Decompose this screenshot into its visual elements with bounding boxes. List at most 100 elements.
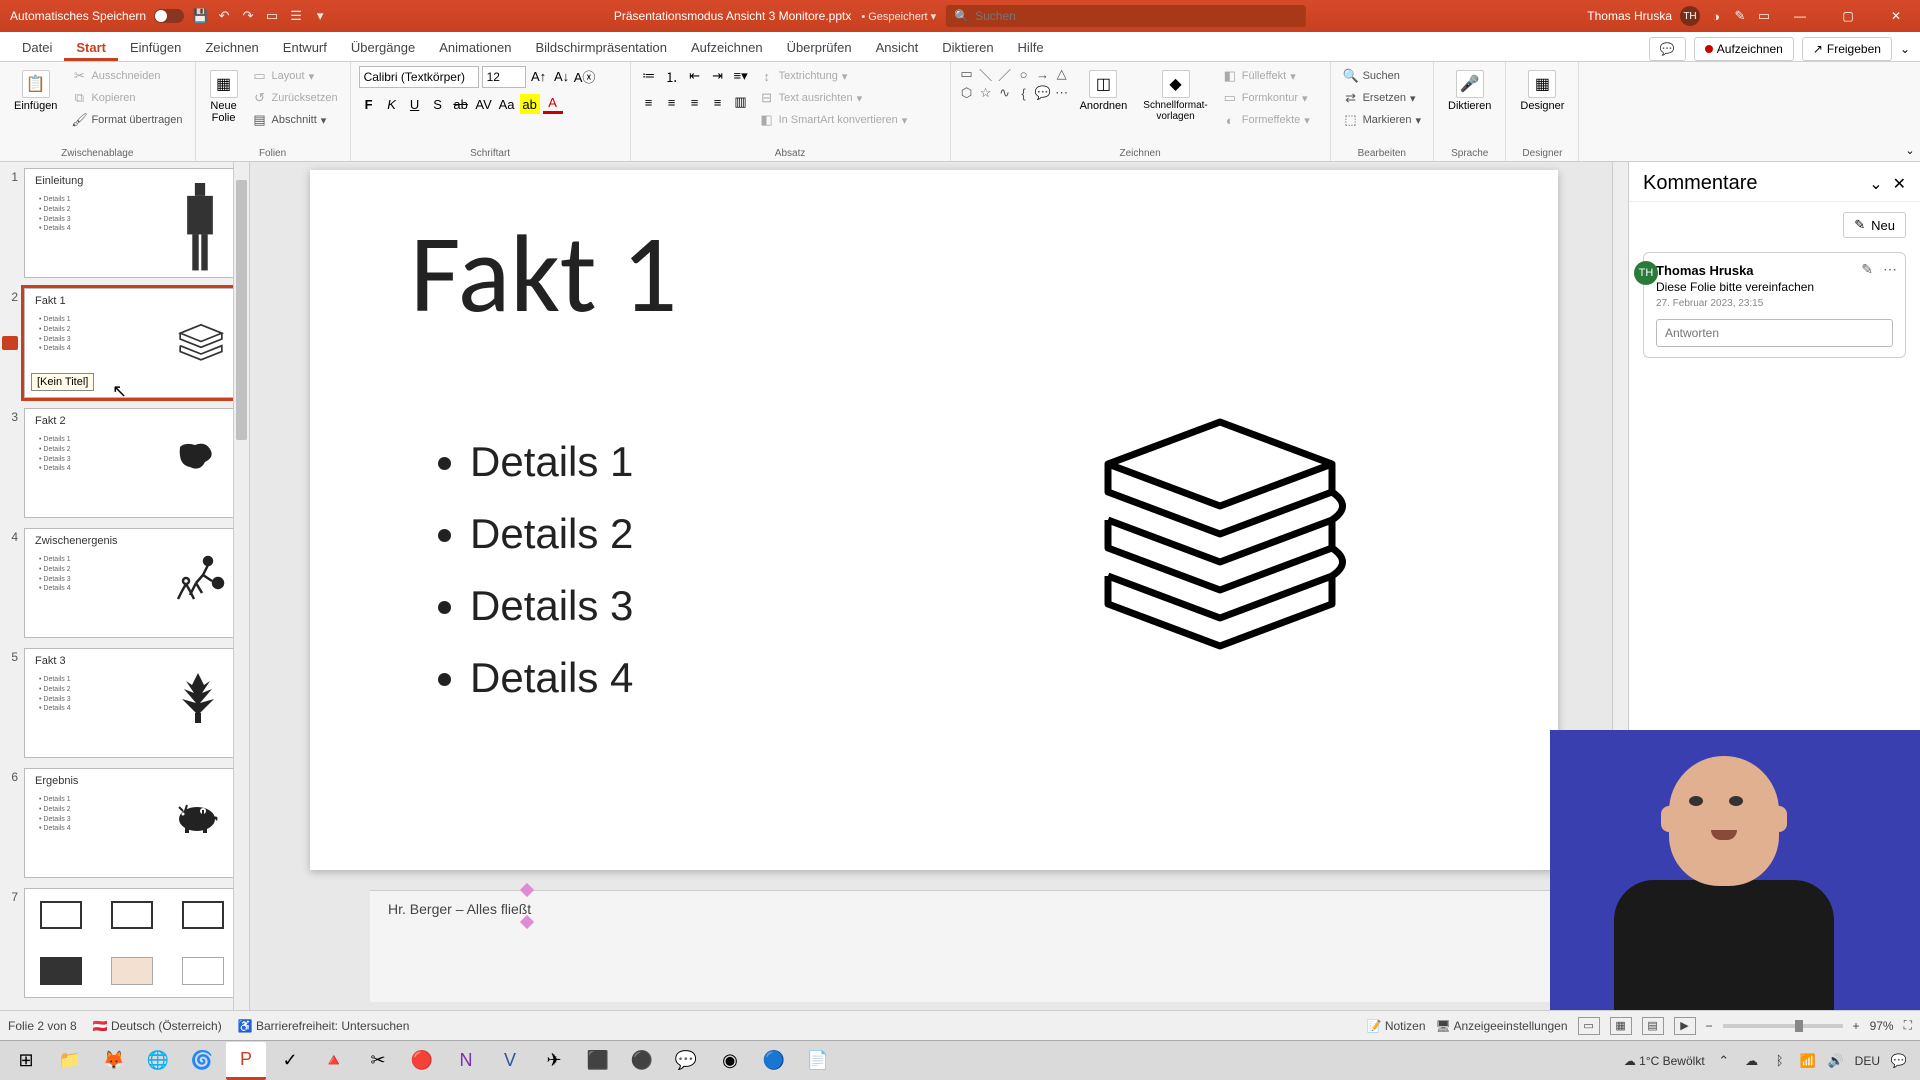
reset-button[interactable]: ↺Zurücksetzen: [248, 88, 342, 108]
ribbon-display-icon[interactable]: ▭: [1756, 8, 1772, 24]
tab-datei[interactable]: Datei: [10, 34, 64, 61]
touch-mode-icon[interactable]: ☰: [288, 8, 304, 24]
bullet-item[interactable]: Details 4: [470, 654, 633, 702]
align-center-icon[interactable]: ≡: [662, 92, 682, 112]
decrease-indent-icon[interactable]: ⇤: [685, 66, 705, 86]
slide-thumbnail[interactable]: Fakt 1 Details 1Details 2Details 3Detail…: [24, 288, 239, 398]
slide-thumbnail[interactable]: Einleitung Details 1Details 2Details 3De…: [24, 168, 239, 278]
sorter-view-icon[interactable]: ▦: [1610, 1017, 1632, 1035]
share-button[interactable]: ↗Freigeben: [1802, 37, 1892, 61]
chrome-icon[interactable]: 🌐: [138, 1042, 178, 1080]
shape-line2-icon[interactable]: ／: [997, 66, 1013, 82]
notifications-icon[interactable]: 💬: [1890, 1052, 1908, 1070]
save-icon[interactable]: 💾: [192, 8, 208, 24]
slide-thumbnail[interactable]: [24, 888, 239, 998]
tab-animationen[interactable]: Animationen: [427, 34, 523, 61]
search-box[interactable]: 🔍: [946, 5, 1306, 27]
comment-marker-icon[interactable]: [2, 336, 18, 350]
undo-icon[interactable]: ↶: [216, 8, 232, 24]
cut-button[interactable]: ✂Ausschneiden: [67, 66, 186, 86]
zoom-in-icon[interactable]: +: [1853, 1019, 1860, 1033]
ribbon-expand-icon[interactable]: ⌄: [1905, 144, 1914, 157]
shape-triangle-icon[interactable]: △: [1054, 66, 1070, 82]
notes-toggle[interactable]: 📝 Notizen: [1367, 1019, 1426, 1033]
select-button[interactable]: ⬚Markieren ▾: [1339, 110, 1425, 130]
collapse-pane-icon[interactable]: ⌄: [1869, 174, 1882, 194]
minimize-button[interactable]: —: [1780, 0, 1820, 32]
user-avatar[interactable]: TH: [1680, 6, 1700, 26]
designer-button[interactable]: ▦ Designer: [1514, 66, 1570, 159]
tab-aufzeichnen[interactable]: Aufzeichnen: [679, 34, 775, 61]
edge-icon[interactable]: 🌀: [182, 1042, 222, 1080]
autosave-toggle[interactable]: [154, 9, 184, 23]
slide-canvas[interactable]: Fakt 1 Details 1 Details 2 Details 3 Det…: [310, 170, 1558, 870]
reading-view-icon[interactable]: ▤: [1642, 1017, 1664, 1035]
slide-heading[interactable]: Fakt 1: [410, 206, 677, 341]
shape-effects-button[interactable]: ◐Formeffekte ▾: [1218, 110, 1314, 130]
italic-button[interactable]: K: [382, 94, 402, 114]
copy-button[interactable]: ⧉Kopieren: [67, 88, 186, 108]
char-spacing-icon[interactable]: AV: [474, 94, 494, 114]
shape-star-icon[interactable]: ☆: [978, 85, 994, 101]
zoom-slider[interactable]: [1723, 1024, 1843, 1028]
app-icon[interactable]: 🔴: [402, 1042, 442, 1080]
app4-icon[interactable]: ◉: [710, 1042, 750, 1080]
smartart-button[interactable]: ◧In SmartArt konvertieren ▾: [755, 110, 912, 130]
tray-expand-icon[interactable]: ⌃: [1715, 1052, 1733, 1070]
notes-input[interactable]: [388, 901, 1542, 917]
align-right-icon[interactable]: ≡: [685, 92, 705, 112]
numbering-icon[interactable]: ⒈: [662, 66, 682, 86]
qat-dropdown-icon[interactable]: ▾: [312, 8, 328, 24]
bullet-item[interactable]: Details 1: [470, 438, 633, 486]
shape-outline-button[interactable]: ▭Formkontur ▾: [1218, 88, 1314, 108]
ribbon-collapse-icon[interactable]: ⌄: [1900, 42, 1910, 56]
new-comment-button[interactable]: ✎ Neu: [1843, 212, 1906, 238]
increase-indent-icon[interactable]: ⇥: [708, 66, 728, 86]
columns-icon[interactable]: ▥: [731, 92, 751, 112]
change-case-icon[interactable]: Aa: [497, 94, 517, 114]
wifi-icon[interactable]: 📶: [1799, 1052, 1817, 1070]
slide-thumbnail[interactable]: Fakt 3 Details 1Details 2Details 3Detail…: [24, 648, 239, 758]
app6-icon[interactable]: 📄: [798, 1042, 838, 1080]
tab-uebergaenge[interactable]: Übergänge: [339, 34, 427, 61]
dictate-button[interactable]: 🎤 Diktieren: [1442, 66, 1497, 159]
start-button[interactable]: ⊞: [6, 1042, 46, 1080]
text-direction-button[interactable]: ↕Textrichtung ▾: [755, 66, 912, 86]
align-left-icon[interactable]: ≡: [639, 92, 659, 112]
font-color-icon[interactable]: A: [543, 94, 563, 114]
section-button[interactable]: ▤Abschnitt ▾: [248, 110, 342, 130]
shape-brace-icon[interactable]: {: [1016, 85, 1032, 101]
increase-font-icon[interactable]: A↑: [529, 66, 549, 86]
shape-arrow-icon[interactable]: →: [1035, 66, 1051, 82]
thumbnails-scrollbar[interactable]: [233, 162, 249, 1010]
underline-button[interactable]: U: [405, 94, 425, 114]
decrease-font-icon[interactable]: A↓: [552, 66, 572, 86]
zoom-out-icon[interactable]: −: [1706, 1019, 1713, 1033]
line-spacing-icon[interactable]: ≡▾: [731, 66, 751, 86]
comment-more-icon[interactable]: ⋯: [1883, 261, 1897, 278]
comment-reply-input[interactable]: [1656, 319, 1893, 347]
tab-start[interactable]: Start: [64, 34, 118, 61]
shape-hex-icon[interactable]: ⬡: [959, 85, 975, 101]
coming-soon-icon[interactable]: ✎: [1732, 8, 1748, 24]
slide-thumbnail[interactable]: Fakt 2 Details 1Details 2Details 3Detail…: [24, 408, 239, 518]
search-input[interactable]: [975, 9, 1298, 23]
comments-toggle-icon[interactable]: 💬: [1649, 37, 1686, 61]
language-indicator[interactable]: 🇦🇹 Deutsch (Österreich): [93, 1019, 222, 1033]
shape-line-icon[interactable]: ＼: [978, 66, 994, 82]
align-text-button[interactable]: ⊟Text ausrichten ▾: [755, 88, 912, 108]
display-settings[interactable]: 🖥 Anzeigeeinstellungen: [1436, 1019, 1568, 1033]
tab-entwurf[interactable]: Entwurf: [271, 34, 339, 61]
file-explorer-icon[interactable]: 📁: [50, 1042, 90, 1080]
comment-card[interactable]: TH ✎ ⋯ Thomas Hruska Diese Folie bitte v…: [1643, 252, 1906, 358]
present-from-start-icon[interactable]: ▭: [264, 8, 280, 24]
tab-ueberpruefen[interactable]: Überprüfen: [775, 34, 864, 61]
shadow-button[interactable]: S: [428, 94, 448, 114]
font-name-combo[interactable]: Calibri (Textkörper): [359, 66, 479, 88]
record-button[interactable]: Aufzeichnen: [1694, 37, 1794, 61]
redo-icon[interactable]: ↷: [240, 8, 256, 24]
weather-widget[interactable]: ☁ 1°C Bewölkt: [1624, 1054, 1705, 1068]
snipping-icon[interactable]: ✂: [358, 1042, 398, 1080]
tab-hilfe[interactable]: Hilfe: [1006, 34, 1056, 61]
fit-to-window-icon[interactable]: ⛶: [1904, 1018, 1912, 1033]
